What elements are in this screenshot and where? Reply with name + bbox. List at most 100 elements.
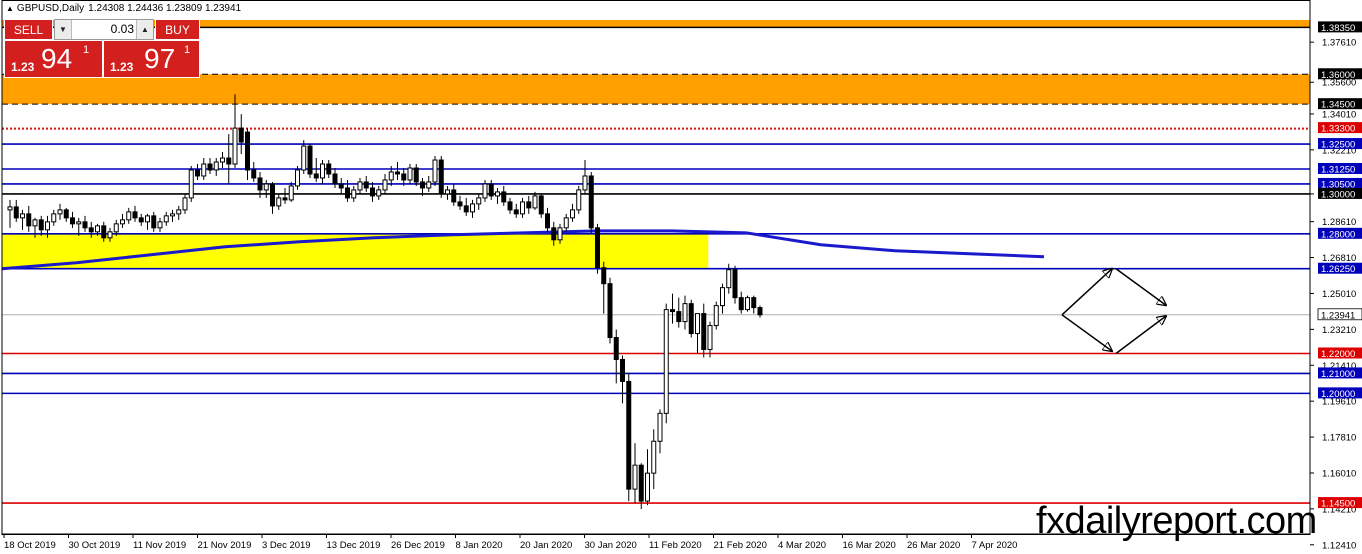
candle-body xyxy=(245,131,250,171)
candle-body xyxy=(401,173,407,181)
price-chart[interactable]: 1.376101.356001.340101.322101.300001.286… xyxy=(0,0,1362,554)
candle-body xyxy=(620,358,625,382)
candle-body xyxy=(526,201,532,209)
candle-body xyxy=(351,189,357,199)
candle-body xyxy=(651,440,657,474)
candle-body xyxy=(376,189,382,197)
candle-body xyxy=(445,189,450,195)
candle-body xyxy=(420,181,425,189)
level-label: 1.36000 xyxy=(1321,70,1355,81)
x-tick-label: 30 Oct 2019 xyxy=(69,540,121,551)
buy-button[interactable]: BUY xyxy=(155,19,200,40)
x-tick-label: 7 Apr 2020 xyxy=(972,540,1018,551)
candle-body xyxy=(501,191,507,203)
candle-body xyxy=(157,221,163,229)
candle-body xyxy=(432,159,438,183)
candle-body xyxy=(663,309,669,414)
current-price-label: 1.23941 xyxy=(1321,310,1355,321)
candle-body xyxy=(332,173,338,185)
candle-body xyxy=(295,169,300,187)
candle-body xyxy=(182,197,188,211)
candle-body xyxy=(226,157,232,165)
buy-price-pip: 1 xyxy=(184,44,191,56)
candle-body xyxy=(20,213,25,219)
candle-body xyxy=(120,219,125,225)
watermark: fxdailyreport.com xyxy=(1036,500,1317,542)
x-tick-label: 18 Oct 2019 xyxy=(4,540,56,551)
candle-body xyxy=(588,175,594,229)
level-label: 1.34500 xyxy=(1321,100,1355,111)
candle-body xyxy=(138,217,144,223)
candle-body xyxy=(601,267,607,285)
x-tick-label: 30 Jan 2020 xyxy=(585,540,637,551)
candle-body xyxy=(251,169,257,179)
candle-body xyxy=(363,181,369,189)
level-label: 1.21000 xyxy=(1321,369,1355,380)
candle-body xyxy=(482,183,488,199)
candle-body xyxy=(163,215,169,223)
candle-body xyxy=(657,412,663,442)
sell-price-button[interactable]: 1.23 94 1 xyxy=(4,40,103,78)
candle-body xyxy=(26,213,32,227)
candle-body xyxy=(470,203,475,213)
candle-body xyxy=(113,223,119,233)
x-tick-label: 26 Dec 2019 xyxy=(391,540,445,551)
x-tick-label: 4 Mar 2020 xyxy=(778,540,826,551)
candle-body xyxy=(563,217,569,229)
buy-price-prefix: 1.23 xyxy=(110,60,134,74)
candle-body xyxy=(32,219,38,227)
candle-body xyxy=(326,163,332,175)
candle-body xyxy=(407,167,413,181)
candle-body xyxy=(745,297,750,311)
candle-body xyxy=(263,183,269,191)
candle-body xyxy=(582,175,588,191)
candle-body xyxy=(613,337,619,360)
x-tick-label: 11 Nov 2019 xyxy=(133,540,186,551)
x-tick-label: 13 Dec 2019 xyxy=(327,540,381,551)
lot-decrease-icon[interactable]: ▼ xyxy=(55,20,72,39)
candle-body xyxy=(395,171,400,175)
candle-body xyxy=(476,197,482,205)
candle-body xyxy=(345,187,350,199)
candle-body xyxy=(195,169,200,177)
candle-body xyxy=(101,225,107,239)
y-tick-label: 1.26810 xyxy=(1322,253,1356,264)
y-tick-label: 1.34010 xyxy=(1322,109,1356,120)
collapse-triangle-icon[interactable]: ▲ xyxy=(6,4,14,13)
candle-body xyxy=(595,227,600,269)
projection-arrow-up xyxy=(1061,269,1112,316)
candle-body xyxy=(551,227,557,241)
candle-body xyxy=(495,191,500,197)
lot-size-input[interactable] xyxy=(72,21,134,37)
candle-body xyxy=(213,161,219,171)
candle-body xyxy=(232,127,238,165)
candle-body xyxy=(557,227,563,241)
candle-body xyxy=(607,283,613,339)
sell-price-pip: 1 xyxy=(83,44,90,56)
projection-arrow-up-down xyxy=(1115,268,1166,306)
chart-title: ▲ GBPUSD,Daily 1.24308 1.24436 1.23809 1.2… xyxy=(6,3,241,14)
candle-body xyxy=(88,227,94,233)
candle-body xyxy=(720,287,725,307)
candle-body xyxy=(320,163,325,179)
candle-body xyxy=(545,213,550,229)
candle-body xyxy=(57,209,63,215)
candle-body xyxy=(238,127,244,143)
projection-arrows xyxy=(1061,268,1166,355)
candles-layer xyxy=(7,94,763,510)
candle-body xyxy=(713,305,719,327)
candle-body xyxy=(457,201,463,207)
buy-price-button[interactable]: 1.23 97 1 xyxy=(103,40,200,78)
candle-body xyxy=(426,181,432,189)
candle-body xyxy=(188,169,194,199)
candle-body xyxy=(95,225,100,233)
candle-body xyxy=(726,269,732,289)
candle-body xyxy=(751,297,757,309)
candle-body xyxy=(45,221,50,231)
candle-body xyxy=(645,472,650,502)
lot-increase-icon[interactable]: ▲ xyxy=(136,20,153,39)
x-tick-label: 3 Dec 2019 xyxy=(262,540,311,551)
candle-body xyxy=(82,221,88,229)
sell-button[interactable]: SELL xyxy=(4,19,53,40)
candle-body xyxy=(632,464,638,490)
